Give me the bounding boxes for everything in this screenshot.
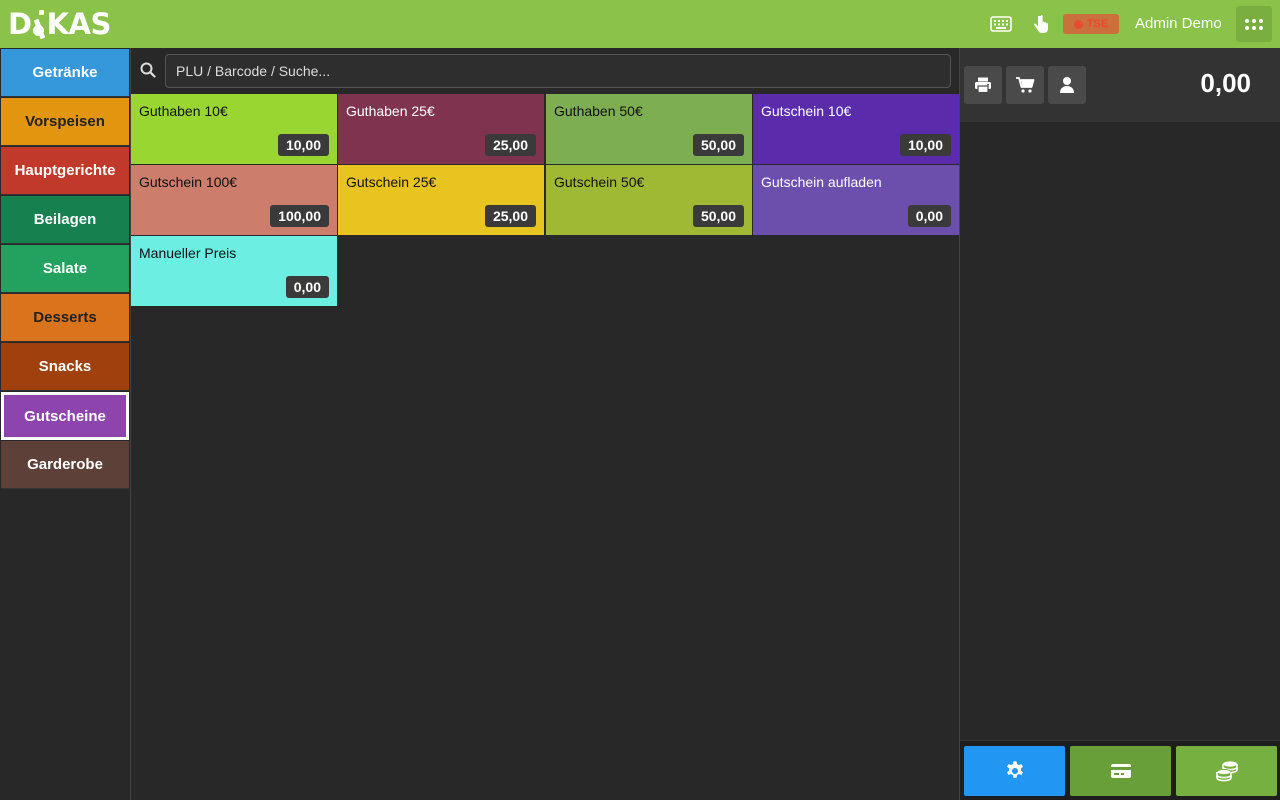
user-icon bbox=[1060, 77, 1074, 93]
user-name[interactable]: Admin Demo bbox=[1135, 15, 1222, 32]
product-price: 50,00 bbox=[692, 134, 744, 156]
cart-header: 0,00 bbox=[960, 48, 1280, 122]
product-tile[interactable]: Gutschein 50€ 50,00 bbox=[546, 165, 752, 235]
touch-icon[interactable] bbox=[1031, 12, 1051, 36]
tse-status-badge[interactable]: TSE bbox=[1063, 14, 1119, 34]
category-vorspeisen[interactable]: Vorspeisen bbox=[1, 98, 129, 146]
product-name: Guthaben 25€ bbox=[346, 103, 435, 119]
cart-button[interactable] bbox=[1006, 66, 1044, 104]
product-price: 25,00 bbox=[484, 205, 536, 227]
product-tile[interactable]: Manueller Preis 0,00 bbox=[131, 236, 337, 306]
credit-card-icon bbox=[1110, 764, 1131, 778]
top-bar: D KAS TSE Admin Demo bbox=[0, 0, 1280, 48]
category-salate[interactable]: Salate bbox=[1, 245, 129, 293]
product-tile[interactable]: Guthaben 25€ 25,00 bbox=[338, 94, 544, 164]
product-price: 0,00 bbox=[285, 276, 329, 298]
product-tile[interactable]: Guthaben 10€ 10,00 bbox=[131, 94, 337, 164]
category-beilagen[interactable]: Beilagen bbox=[1, 196, 129, 244]
keyboard-icon[interactable] bbox=[990, 12, 1012, 36]
product-price: 10,00 bbox=[277, 134, 329, 156]
category-hauptgerichte[interactable]: Hauptgerichte bbox=[1, 147, 129, 195]
search-input[interactable] bbox=[165, 54, 951, 88]
category-desserts[interactable]: Desserts bbox=[1, 294, 129, 342]
product-tile[interactable]: Guthaben 50€ 50,00 bbox=[546, 94, 752, 164]
action-bar bbox=[960, 740, 1280, 800]
cart-total: 0,00 bbox=[1200, 68, 1251, 98]
category-sidebar: Getränke Vorspeisen Hauptgerichte Beilag… bbox=[0, 48, 131, 800]
cash-payment-button[interactable] bbox=[1176, 746, 1277, 796]
apps-icon bbox=[1245, 18, 1249, 23]
product-name: Gutschein 25€ bbox=[346, 174, 437, 190]
product-price: 0,00 bbox=[907, 205, 951, 227]
search-bar bbox=[131, 48, 959, 94]
settings-button[interactable] bbox=[964, 746, 1065, 796]
product-price: 25,00 bbox=[484, 134, 536, 156]
search-icon bbox=[140, 62, 156, 78]
product-name: Guthaben 50€ bbox=[554, 103, 643, 119]
product-name: Gutschein 100€ bbox=[139, 174, 238, 190]
customer-button[interactable] bbox=[1048, 66, 1086, 104]
printer-icon bbox=[975, 77, 991, 94]
category-getraenke[interactable]: Getränke bbox=[1, 49, 129, 97]
apps-menu-button[interactable] bbox=[1236, 6, 1272, 42]
category-gutscheine[interactable]: Gutscheine bbox=[1, 392, 129, 440]
product-name: Guthaben 10€ bbox=[139, 103, 228, 119]
cart-panel: 0,00 bbox=[959, 48, 1280, 800]
coins-icon bbox=[1215, 761, 1238, 782]
product-tile[interactable]: Gutschein 100€ 100,00 bbox=[131, 165, 337, 235]
product-name: Gutschein aufladen bbox=[761, 174, 882, 190]
product-name: Gutschein 10€ bbox=[761, 103, 852, 119]
product-name: Gutschein 50€ bbox=[554, 174, 645, 190]
category-snacks[interactable]: Snacks bbox=[1, 343, 129, 391]
product-tile[interactable]: Gutschein 25€ 25,00 bbox=[338, 165, 544, 235]
card-payment-button[interactable] bbox=[1070, 746, 1171, 796]
product-price: 50,00 bbox=[692, 205, 744, 227]
category-garderobe[interactable]: Garderobe bbox=[1, 441, 129, 489]
cart-icon bbox=[1016, 77, 1035, 93]
gear-icon bbox=[1006, 761, 1023, 778]
product-tile[interactable]: Gutschein aufladen 0,00 bbox=[753, 165, 959, 235]
product-price: 100,00 bbox=[270, 205, 329, 227]
app-logo: D KAS bbox=[8, 7, 111, 41]
product-tile[interactable]: Gutschein 10€ 10,00 bbox=[753, 94, 959, 164]
product-price: 10,00 bbox=[899, 134, 951, 156]
status-dot-icon bbox=[1073, 19, 1083, 29]
print-button[interactable] bbox=[964, 66, 1002, 104]
tse-label: TSE bbox=[1086, 18, 1109, 30]
product-name: Manueller Preis bbox=[139, 245, 237, 261]
